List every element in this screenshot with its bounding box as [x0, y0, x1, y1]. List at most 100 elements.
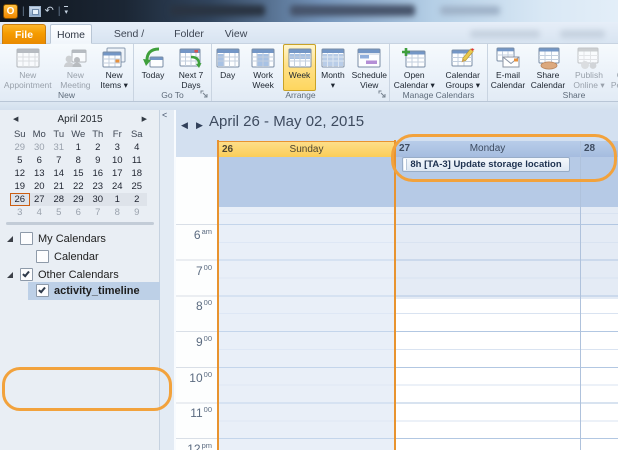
minical-day[interactable]: 3 [108, 142, 128, 153]
minical-day[interactable]: 6 [69, 207, 89, 218]
activity-timeline-checkbox[interactable] [36, 284, 49, 297]
publish-online-button[interactable]: Publish Online ▾ [568, 44, 610, 91]
calendar-groups-button[interactable]: Calendar Groups ▾ [439, 44, 488, 91]
collapse-pane-icon[interactable]: < [162, 110, 167, 120]
day-icon [215, 46, 241, 70]
minical-day[interactable]: 22 [69, 181, 89, 192]
previous-week-icon[interactable]: ◀ [181, 120, 188, 131]
minical-next-month-icon[interactable]: ▶ [142, 115, 147, 123]
pane-splitter-grip[interactable] [6, 222, 154, 225]
minical-day[interactable]: 27 [30, 194, 50, 205]
minical-day[interactable]: 4 [127, 142, 147, 153]
weekday-label: Mo [30, 129, 50, 140]
calendar-permissions-button[interactable]: Calendar Permissions [610, 44, 618, 91]
time-label: 1000 [176, 370, 212, 385]
minical-day[interactable]: 2 [88, 142, 108, 153]
goto-dialog-launcher-icon[interactable] [200, 90, 209, 99]
day-column-monday[interactable] [395, 207, 580, 450]
minical-day[interactable]: 2 [127, 194, 147, 205]
minical-day[interactable]: 31 [49, 142, 69, 153]
tree-group-my-calendars[interactable]: My Calendars [0, 231, 160, 247]
work-week-view-button[interactable]: Work Week [243, 44, 282, 91]
minical-day[interactable]: 9 [127, 207, 147, 218]
minical-day[interactable]: 30 [30, 142, 50, 153]
minical-day[interactable]: 9 [88, 155, 108, 166]
tab-folder[interactable]: Folder [166, 24, 212, 44]
minical-day[interactable]: 12 [10, 168, 30, 179]
minical-day[interactable]: 24 [108, 181, 128, 192]
new-items-button[interactable]: New Items ▾ [95, 44, 133, 91]
minical-day[interactable]: 18 [127, 168, 147, 179]
next-week-icon[interactable]: ▶ [196, 120, 203, 131]
minical-day[interactable]: 29 [10, 142, 30, 153]
other-calendars-checkbox[interactable] [20, 268, 33, 281]
schedule-view-button[interactable]: Schedule View [350, 44, 389, 91]
calendar-checkbox[interactable] [36, 250, 49, 263]
send-receive-icon[interactable] [29, 6, 41, 17]
qat-dropdown-icon[interactable]: ▾ [64, 6, 68, 16]
minical-day[interactable]: 28 [49, 194, 69, 205]
time-label: 6am [176, 227, 212, 242]
minical-day[interactable]: 29 [69, 194, 89, 205]
day-column-tuesday[interactable] [580, 207, 618, 450]
expand-triangle-icon[interactable] [7, 272, 13, 278]
next-7-days-button[interactable]: Next 7 Days [172, 44, 210, 91]
minical-day[interactable]: 11 [127, 155, 147, 166]
annotation-oval-other-calendars [2, 367, 172, 411]
email-calendar-button[interactable]: E-mail Calendar [488, 44, 528, 91]
arrange-dialog-launcher-icon[interactable] [378, 90, 387, 99]
minical-day[interactable]: 19 [10, 181, 30, 192]
minical-day[interactable]: 10 [108, 155, 128, 166]
my-calendars-checkbox[interactable] [20, 232, 33, 245]
minical-day[interactable]: 8 [69, 155, 89, 166]
new-meeting-icon [62, 46, 88, 70]
tree-group-other-calendars[interactable]: Other Calendars [0, 267, 160, 283]
day-header-sunday[interactable]: 26 Sunday [218, 141, 395, 157]
minical-day[interactable]: 23 [88, 181, 108, 192]
minical-day[interactable]: 13 [30, 168, 50, 179]
new-meeting-button[interactable]: New Meeting [56, 44, 96, 91]
minical-day[interactable]: 6 [30, 155, 50, 166]
new-appointment-button[interactable]: New Appointment [0, 44, 56, 91]
ribbon-tab-row: File Home Send / Receive Folder View [0, 22, 618, 44]
day-view-button[interactable]: Day [212, 44, 243, 91]
tab-home[interactable]: Home [50, 24, 92, 44]
publish-online-icon [576, 46, 602, 70]
open-calendar-icon [401, 46, 427, 70]
tree-item-calendar[interactable]: Calendar [0, 249, 160, 265]
minical-day[interactable]: 1 [108, 194, 128, 205]
minical-day[interactable]: 16 [88, 168, 108, 179]
minical-day[interactable]: 7 [88, 207, 108, 218]
month-view-button[interactable]: Month ▾ [316, 44, 349, 91]
minical-day[interactable]: 5 [49, 207, 69, 218]
day-column-sunday[interactable] [218, 207, 395, 450]
minical-day[interactable]: 3 [10, 207, 30, 218]
tree-item-activity-timeline[interactable]: activity_timeline [0, 283, 160, 299]
expand-triangle-icon[interactable] [7, 236, 13, 242]
minical-day[interactable]: 21 [49, 181, 69, 192]
week-view-button[interactable]: Week [283, 44, 316, 91]
minical-day[interactable]: 25 [127, 181, 147, 192]
minical-day[interactable]: 7 [49, 155, 69, 166]
minical-day[interactable]: 8 [108, 207, 128, 218]
undo-icon[interactable]: ↶ [45, 4, 54, 18]
tab-view[interactable]: View [216, 24, 256, 44]
minical-prev-month-icon[interactable]: ◀ [13, 115, 18, 123]
minical-day-today[interactable]: 26 [10, 193, 30, 206]
minical-day[interactable]: 20 [30, 181, 50, 192]
minical-day[interactable]: 17 [108, 168, 128, 179]
open-calendar-button[interactable]: Open Calendar ▾ [390, 44, 439, 91]
minical-day[interactable]: 14 [49, 168, 69, 179]
tab-file[interactable]: File [2, 24, 46, 44]
minical-day[interactable]: 1 [69, 142, 89, 153]
share-calendar-button[interactable]: Share Calendar [528, 44, 568, 91]
share-calendar-icon [535, 46, 561, 70]
tab-send-receive[interactable]: Send / Receive [96, 24, 162, 44]
minical-day[interactable]: 15 [69, 168, 89, 179]
minical-day[interactable]: 4 [30, 207, 50, 218]
minical-day[interactable]: 5 [10, 155, 30, 166]
today-button[interactable]: Today [134, 44, 172, 91]
minical-day[interactable]: 30 [88, 194, 108, 205]
tree-label-other-calendars: Other Calendars [38, 269, 119, 281]
ribbon: New Appointment New Meeting New Items ▾ … [0, 44, 618, 102]
